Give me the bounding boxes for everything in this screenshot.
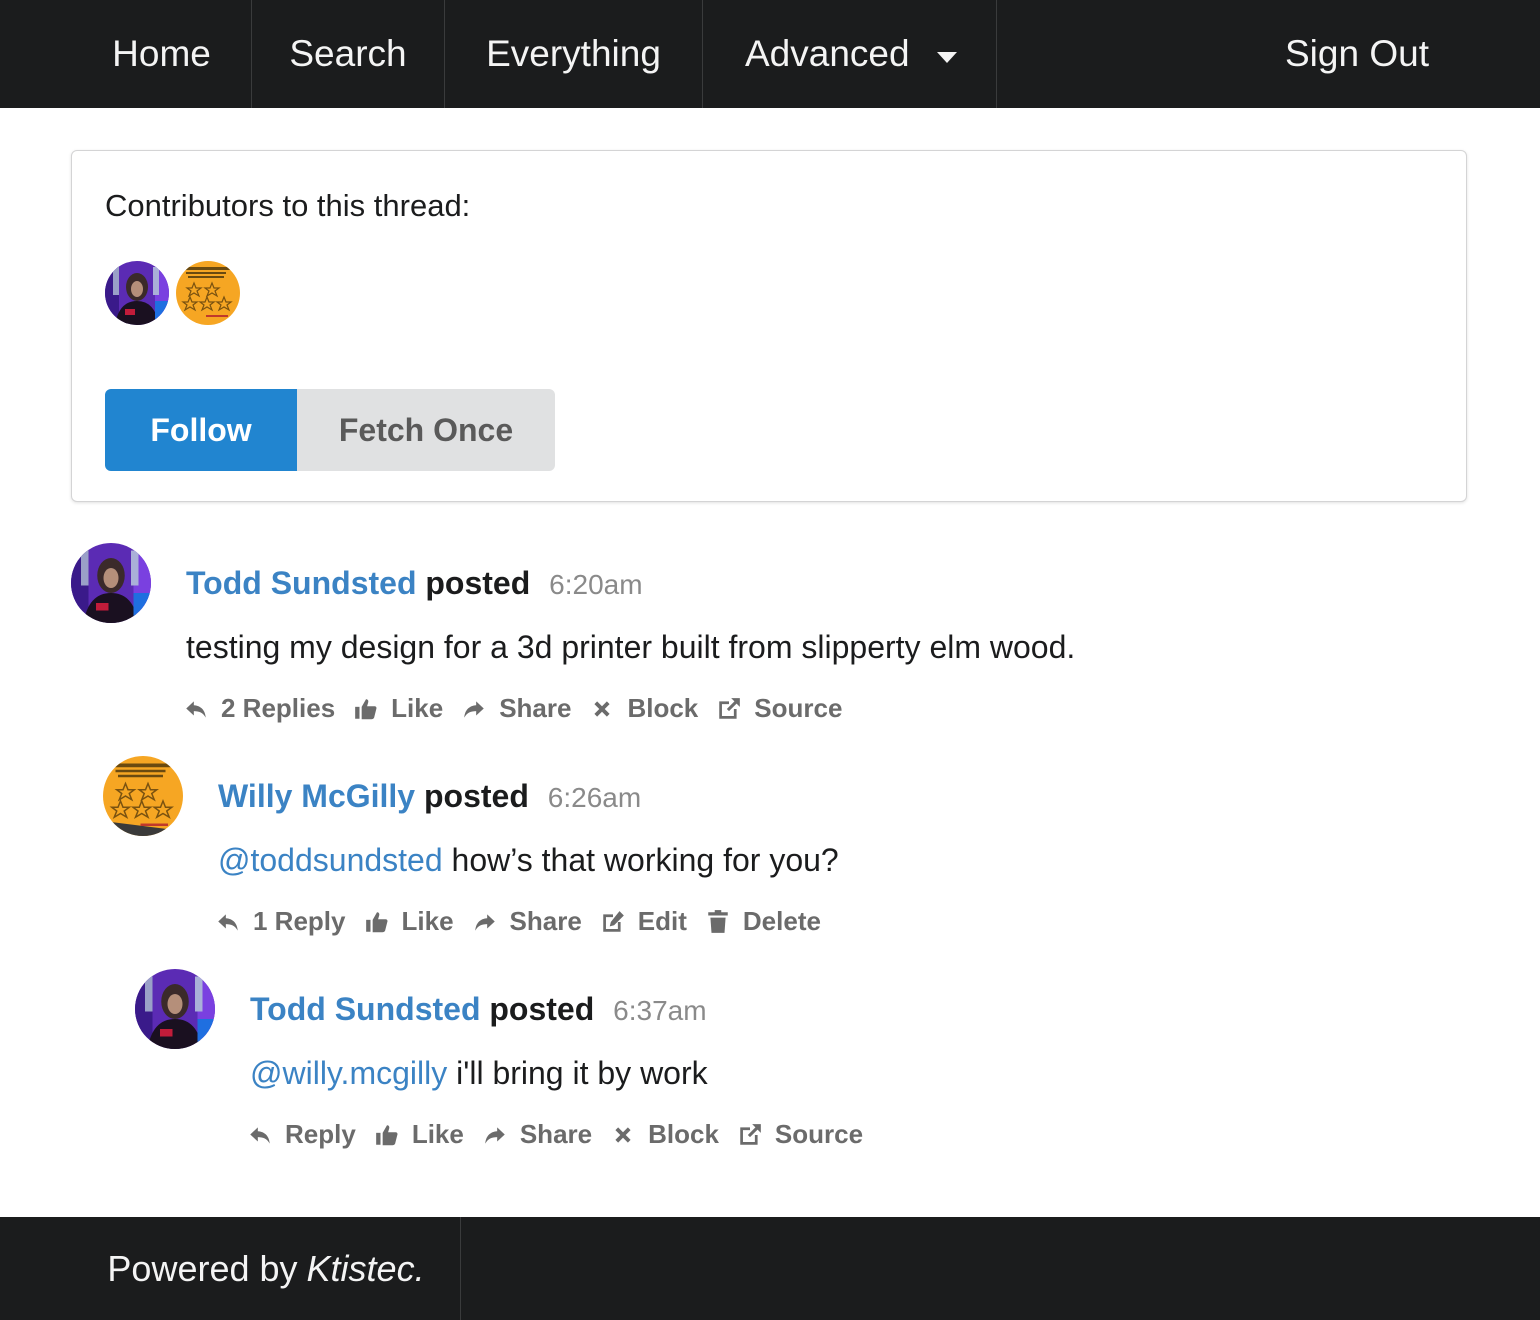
reply-action[interactable]: Reply (247, 1119, 356, 1150)
action-label: Block (627, 693, 699, 723)
post-2: Willy McGilly posted 6:26am @toddsundste… (103, 756, 1473, 946)
post-3: Todd Sundsted posted 6:37am @willy.mcgil… (135, 969, 1475, 1159)
top-navigation: Home Search Everything Advanced Sign Out (0, 0, 1540, 108)
follow-button[interactable]: Follow (105, 389, 297, 471)
share-action[interactable]: Share (472, 906, 582, 937)
action-label: Source (754, 693, 843, 723)
nav-advanced-label: Advanced (745, 33, 910, 74)
close-icon (615, 1126, 631, 1143)
post-header: Willy McGilly posted 6:26am (218, 778, 641, 815)
post-time[interactable]: 6:20am (549, 569, 642, 600)
source-action[interactable]: Source (716, 693, 842, 724)
mention-link[interactable]: @toddsundsted (218, 842, 443, 878)
mention-link[interactable]: @willy.mcgilly (250, 1055, 447, 1091)
post-actions: 2 Replies Like Share Block Source (183, 693, 860, 724)
avatar-todd-sundsted[interactable] (135, 969, 215, 1049)
external-link-icon (719, 697, 741, 719)
close-icon (594, 700, 611, 717)
avatar-willy-mcgilly[interactable] (103, 756, 183, 836)
block-action[interactable]: Block (610, 1119, 719, 1150)
action-label: 2 Replies (221, 693, 336, 723)
post-content: @toddsundsted how’s that working for you… (218, 842, 839, 879)
thumbs-up-icon (375, 1124, 398, 1145)
post-actions: 1 Reply Like Share Edit Delete (215, 906, 839, 937)
post-verb: posted (489, 991, 595, 1027)
thumbs-up-icon (355, 698, 377, 719)
post-text: i'll bring it by work (447, 1055, 708, 1091)
external-link-icon (740, 1123, 761, 1145)
delete-action[interactable]: Delete (705, 906, 821, 937)
powered-by-label: Powered by (107, 1247, 298, 1289)
share-icon (464, 700, 484, 718)
nav-everything[interactable]: Everything (445, 0, 703, 108)
nav-search[interactable]: Search (252, 0, 445, 108)
author-link[interactable]: Todd Sundsted (186, 565, 416, 601)
share-icon (474, 913, 495, 931)
footer: Powered by Ktistec. (0, 1217, 1540, 1320)
trash-icon (708, 909, 728, 933)
like-action[interactable]: Like (353, 693, 443, 724)
post-header: Todd Sundsted posted 6:20am (186, 565, 643, 602)
action-label: Like (411, 1119, 464, 1149)
post-verb: posted (423, 778, 529, 814)
post-verb: posted (425, 565, 531, 601)
contributors-card: Contributors to this thread: Follow Fetc… (71, 150, 1467, 502)
reply-icon (186, 700, 206, 718)
replies-action[interactable]: 2 Replies (183, 693, 335, 724)
contributors-title: Contributors to this thread: (105, 188, 471, 223)
fetch-once-button[interactable]: Fetch Once (297, 389, 555, 471)
post-time[interactable]: 6:37am (613, 995, 706, 1026)
post-text: how’s that working for you? (442, 842, 839, 878)
action-label: Edit (637, 906, 687, 936)
post-header: Todd Sundsted posted 6:37am (250, 991, 707, 1028)
nav-sign-out[interactable]: Sign Out (1250, 0, 1464, 108)
post-content: @willy.mcgilly i'll bring it by work (250, 1055, 708, 1092)
like-action[interactable]: Like (364, 906, 454, 937)
avatar-todd-sundsted[interactable] (105, 261, 169, 325)
action-label: Share (509, 906, 582, 936)
avatar-willy-mcgilly[interactable] (176, 261, 240, 325)
action-label: Delete (742, 906, 821, 936)
post-content: testing my design for a 3d printer built… (186, 629, 1076, 665)
edit-action[interactable]: Edit (600, 906, 687, 937)
avatar-todd-sundsted[interactable] (71, 543, 151, 623)
action-label: Share (519, 1119, 593, 1149)
action-label: Block (648, 1119, 719, 1149)
nav-advanced-dropdown[interactable]: Advanced (703, 0, 997, 108)
block-action[interactable]: Block (589, 693, 698, 724)
action-label: 1 Reply (253, 906, 346, 936)
action-label: Like (391, 693, 444, 723)
powered-by: Powered by Ktistec. (72, 1217, 461, 1320)
post-time[interactable]: 6:26am (548, 782, 641, 813)
author-link[interactable]: Todd Sundsted (250, 991, 480, 1027)
reply-icon (250, 1126, 270, 1144)
action-label: Reply (285, 1119, 356, 1149)
post-1: Todd Sundsted posted 6:20am testing my d… (71, 543, 1471, 733)
source-action[interactable]: Source (737, 1119, 863, 1150)
edit-icon (603, 910, 624, 932)
share-action[interactable]: Share (461, 693, 571, 724)
caret-down-icon (937, 52, 957, 63)
like-action[interactable]: Like (374, 1119, 464, 1150)
post-actions: Reply Like Share Block Source (247, 1119, 881, 1150)
action-label: Like (401, 906, 454, 936)
author-link[interactable]: Willy McGilly (218, 778, 415, 814)
ktistec-link[interactable]: Ktistec. (307, 1248, 425, 1290)
share-icon (485, 1126, 505, 1144)
replies-action[interactable]: 1 Reply (215, 906, 346, 937)
action-label: Share (499, 693, 572, 723)
thumbs-up-icon (365, 911, 387, 932)
action-label: Source (774, 1119, 864, 1149)
reply-icon (218, 913, 238, 931)
share-action[interactable]: Share (482, 1119, 592, 1150)
nav-home[interactable]: Home (72, 0, 252, 108)
